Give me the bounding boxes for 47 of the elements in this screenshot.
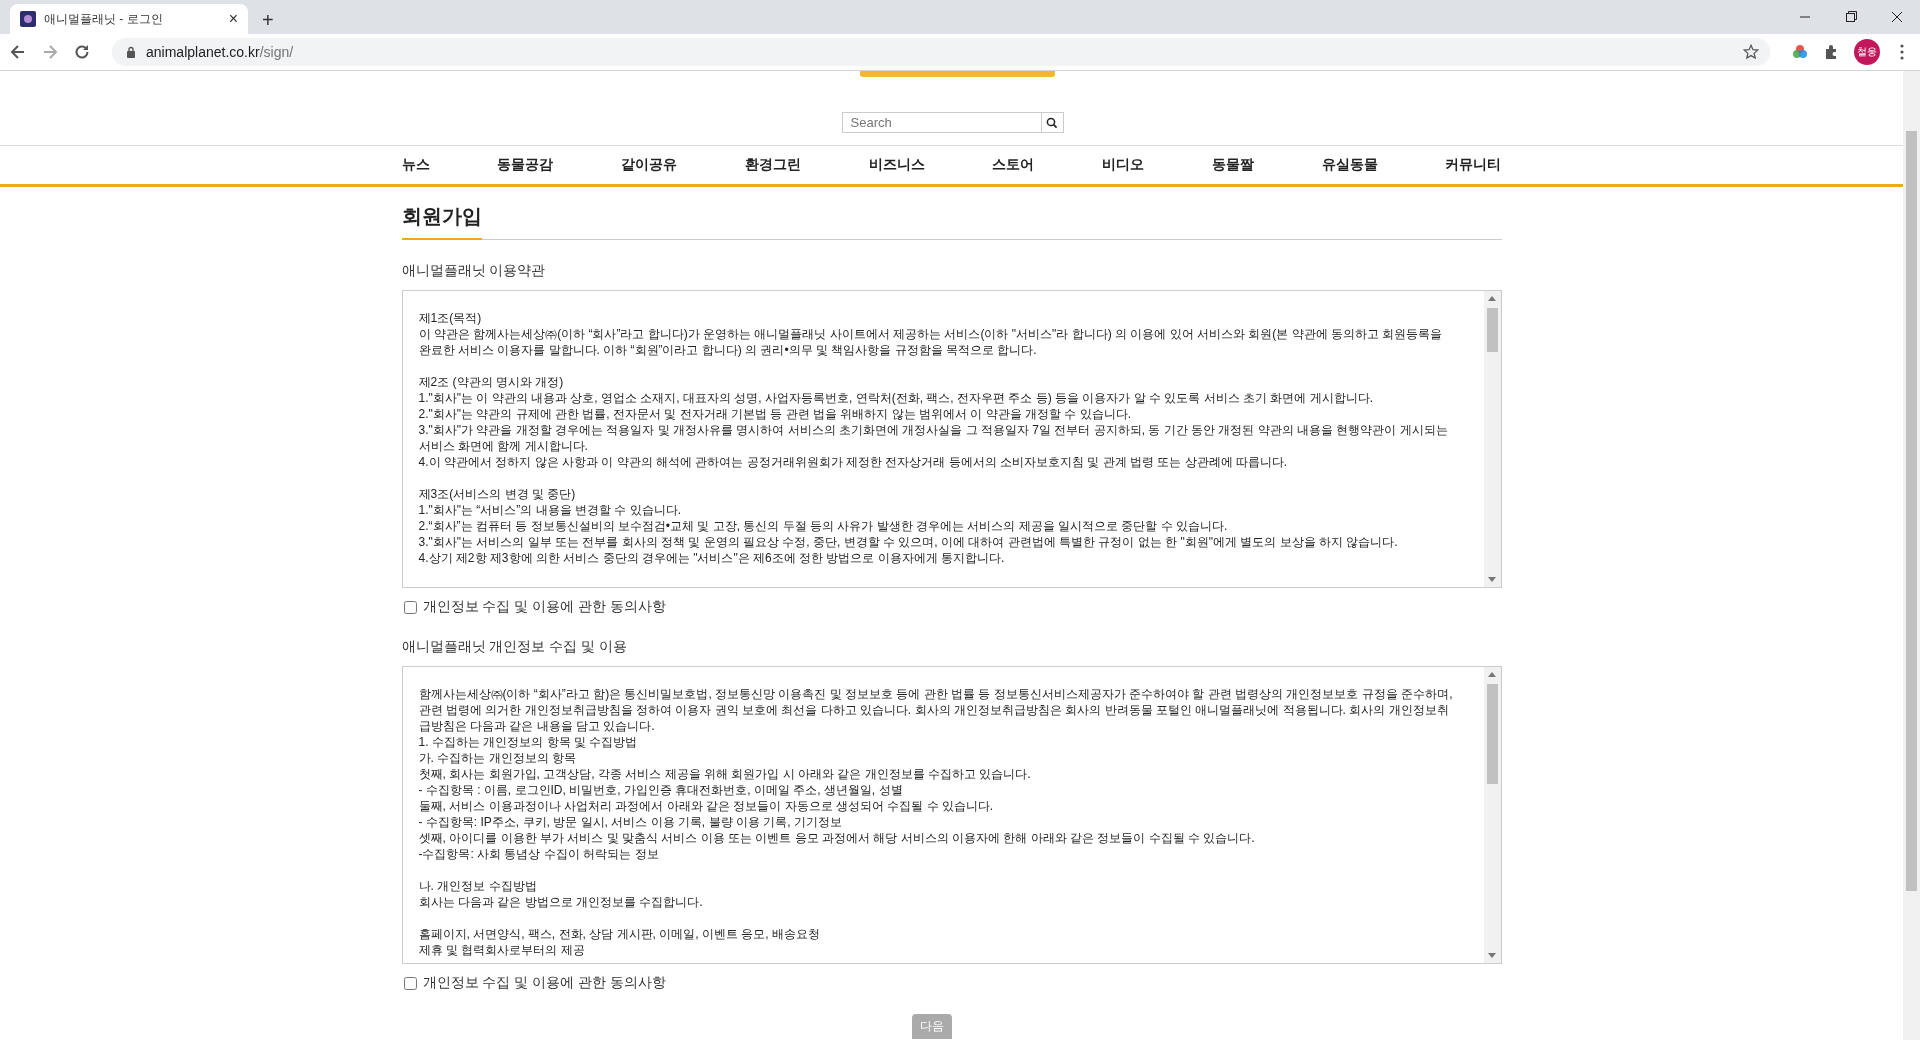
- agree-checkbox[interactable]: [403, 600, 417, 614]
- bookmark-star-icon[interactable]: [1742, 43, 1760, 61]
- section-heading: 애니멀플래닛 이용약관: [401, 262, 547, 280]
- nav-link[interactable]: 환경그린: [744, 156, 801, 174]
- section-heading: 애니멀플래닛 개인정보 수집 및 이용: [401, 638, 629, 656]
- search-button[interactable]: [1041, 112, 1064, 133]
- scrollbar-thumb[interactable]: [1906, 131, 1917, 891]
- tab-title: 애니멀플래닛 - 로그인: [44, 10, 164, 28]
- terms-paragraph: 함께사는세상㈜(이하 “회사”라고 함)은 통신비밀보호법, 정보통신망 이용촉진 및 정보보호 등에 관한 법률 등 정보통신서비스제공자가 준수하여야 할 관련 법령상의 개인정보보호 규정을 준수하며, 관련 법령에 의거한 개인정보취급방침을 정하여 이용자 권익 보호에 최선을 다하고 있습니다. 회사의 개인정보취급방침은 회사의 반려동물 포털인 애니멀플래닛에 적용됩니다. 회사의 개인정보취 급방침은 다음과 같은 내용을 담고 있습니다. 1. 수집하는 개인정보의 항목 및 수집방법 가. 수집하는 개인정보의 항목 첫째, 회사는 회원가입, 고객상담, 각종 서비스 제공을 위해 회원가입 시 아래와 같은 개인정보를 수집하고 있습니다. - 수집항목 : 이름, 로그인ID, 비밀번호, 가입인증 휴대전화번호, 이메일 주소, 생년월일, 성별 둘째, 서비스 이용과정이나 사업처리 과정에서 아래와 같은 정보들이 자동으로 생성되어 수집될 수 있습니다. - 수집항목: IP주소, 쿠키, 방문 일시, 서비스 이용 기록, 불량 이용 기록, 기기정보 셋째, 아이디를 이용한 부가 서비스 및 맞춤식 서비스 이용 또는 이벤트 응모 과정에서 해당 서비스의 이용자에 한해 아래와 같은 정보들이 수집될 수 있습니다. -수집항목: 사회 통념상 수집이 허락되는 정보: [418, 686, 1454, 862]
- terms-paragraph: 제2조 (약관의 명시와 개정) 1."회사"는 이 약관의 내용과 상호, 영업소 소재지, 대표자의 성명, 사업자등록번호, 연락처(전화, 팩스, 전자우편 주소 등) 등을 이용자가 알 수 있도록 서비스 초기 화면에 게시합니다. 2."회사"는 약관의 규제에 관한 법률, 전자문서 및 전자거래 기본법 등 관련 법을 위배하지 않는 범위에서 이 약관을 개정할 수 있습니다. 3."회사"가 약관을 개정할 경우에는 적용일자 및 개정사유를 명시하여 서비스의 초기화면에 개정사실을 그 적용일자 7일 전부터 공지하되, 동 기간 동안 개정된 약관의 내용을 현행약관이 게시되는 서비스 화면에 함께 게시합니다. 4.이 약관에서 정하지 않은 사항과 이 약관의 해석에 관하여는 공정거래위원회가 제정한 전자상거래 등에서의 소비자보호지침 및 관계 법령 또는 상관례에 따릅니다.: [418, 374, 1449, 470]
- terms-paragraph: 제1조(목적) 이 약관은 함께사는세상㈜(이하 “회사”라고 합니다)가 운영하는 애니멀플래닛 사이트에서 제공하는 서비스(이하 "서비스"라 합니다) 의 이용에 있어 서비스와 회원(본 약관에 동의하고 회원등록을 완료한 서비스 이용자를 말합니다. 이하 “회원”이라고 합니다) 의 권리•의무 및 책임사항을 규정함을 목적으로 합니다.: [418, 310, 1444, 358]
- nav-link[interactable]: 커뮤니티: [1445, 156, 1502, 174]
- search-icon[interactable]: [1046, 116, 1058, 129]
- nav-link[interactable]: 유실동물: [1321, 156, 1378, 174]
- nav-link[interactable]: 스토어: [992, 156, 1035, 174]
- terms-text-area[interactable]: [401, 290, 1502, 588]
- scrollbar[interactable]: [1483, 667, 1501, 963]
- lock-icon: [126, 46, 136, 58]
- agree-label[interactable]: 개인정보 수집 및 이용에 관한 동의사항: [422, 598, 666, 616]
- terms-paragraph: 제3조(서비스의 변경 및 중단) 1."회사"는 “서비스”의 내용을 변경할 수 있습니다. 2.“회사”는 컴퓨터 등 정보통신설비의 보수점검•교체 및 고장, 통신의 두절 등의 사유가 발생한 경우에는 서비스의 제공을 일시적으로 중단할 수 있습니다. 3."회사"는 서비스의 일부 또는 전부를 회사의 정책 및 운영의 필요상 수정, 중단, 변경할 수 있으며, 이에 대하여 관련법에 특별한 규정이 없는 한 "회원"에게 별도의 보상을 하지 않습니다. 4.상기 제2항 제3항에 의한 서비스 중단의 경우에는 "서비스"은 제6조에 정한 방법으로 이용자에게 통지합니다.: [418, 486, 1399, 566]
- nav-link[interactable]: 뉴스: [401, 156, 430, 174]
- address-bar[interactable]: animalplanet.co.kr/sign/: [112, 38, 1770, 66]
- scroll-down-arrow-icon[interactable]: [1487, 577, 1496, 582]
- agree-label[interactable]: 개인정보 수집 및 이용에 관한 동의사항: [422, 974, 666, 992]
- search-field[interactable]: Search: [841, 112, 1042, 133]
- terms-paragraph: 나. 개인정보 수집방법 회사는 다음과 같은 방법으로 개인정보를 수집합니다.: [418, 878, 704, 910]
- profile-avatar[interactable]: 철웅: [1854, 39, 1880, 65]
- scroll-up-arrow-icon[interactable]: [1487, 296, 1496, 301]
- page-scrollbar[interactable]: [1903, 71, 1920, 1040]
- nav-link[interactable]: 동물공감: [497, 156, 554, 174]
- terms-paragraph: 홈페이지, 서면양식, 팩스, 전화, 상담 게시판, 이메일, 이벤트 응모, 배송요청 제휴 및 협력회사로부터의 제공: [418, 926, 821, 958]
- site-favicon-icon: [20, 11, 36, 27]
- nav-link[interactable]: 동물짤: [1211, 156, 1254, 174]
- agree-checkbox[interactable]: [403, 976, 417, 990]
- terms-text-area[interactable]: [401, 666, 1502, 964]
- scroll-up-arrow-icon[interactable]: [1487, 672, 1496, 677]
- browser-tab[interactable]: 애니멀플래닛 - 로그인 ×: [10, 4, 248, 34]
- nav-link[interactable]: 비디오: [1102, 156, 1145, 174]
- scrollbar-thumb[interactable]: [1486, 308, 1498, 352]
- scrollbar-thumb[interactable]: [1486, 684, 1498, 784]
- scrollbar[interactable]: [1483, 291, 1501, 587]
- close-tab-button[interactable]: ×: [226, 11, 240, 27]
- scroll-down-arrow-icon[interactable]: [1487, 953, 1496, 958]
- page-title: 회원가입: [401, 199, 482, 240]
- nav-link[interactable]: 비즈니스: [868, 156, 925, 174]
- nav-link[interactable]: 같이공유: [621, 156, 678, 174]
- new-tab-button[interactable]: +: [258, 10, 278, 30]
